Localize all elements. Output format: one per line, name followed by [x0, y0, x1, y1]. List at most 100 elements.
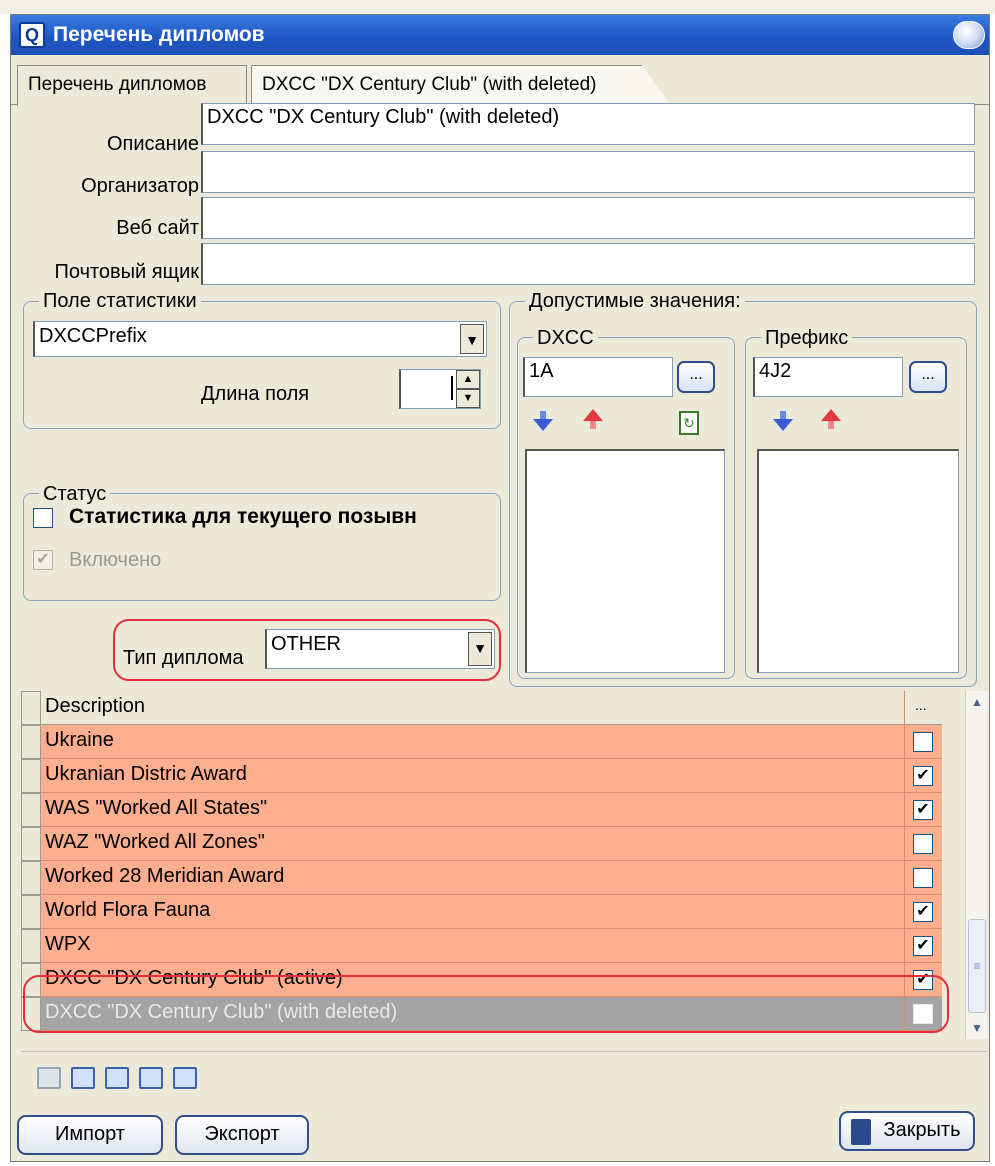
save-record-icon[interactable] — [139, 1067, 163, 1089]
move-down-icon-stem — [780, 411, 786, 419]
row-checkbox[interactable] — [913, 732, 933, 752]
chevron-down-icon[interactable]: ▼ — [468, 632, 492, 666]
table-row[interactable]: World Flora Fauna ✔ — [21, 895, 962, 929]
row-indicator — [21, 793, 41, 827]
website-input[interactable] — [201, 197, 975, 239]
edit-record-icon[interactable] — [105, 1067, 129, 1089]
organizer-input[interactable] — [201, 151, 975, 193]
row-checkbox[interactable]: ✔ — [913, 766, 933, 786]
stat-field-legend: Поле статистики — [39, 290, 201, 313]
close-button[interactable]: Закрыть — [839, 1111, 975, 1151]
grid-scrollbar[interactable]: ▲ ≡ ▼ — [965, 691, 988, 1039]
row-checkbox[interactable] — [913, 834, 933, 854]
current-call-checkbox[interactable] — [33, 508, 53, 528]
table-row[interactable]: WPX ✔ — [21, 929, 962, 963]
description-label: Описание — [106, 133, 199, 155]
website-label: Веб сайт — [116, 217, 199, 239]
table-row[interactable]: Worked 28 Meridian Award — [21, 861, 962, 895]
row-checkbox[interactable]: ✔ — [913, 800, 933, 820]
row-description[interactable]: Ukraine — [41, 725, 905, 759]
row-indicator — [21, 725, 41, 759]
spin-up-icon[interactable]: ▲ — [456, 370, 480, 389]
table-row[interactable]: Ukraine — [21, 725, 962, 759]
dxcc-input[interactable]: 1A — [523, 357, 673, 397]
spin-down-icon[interactable]: ▼ — [456, 389, 480, 408]
column-header-check[interactable]: ... — [905, 691, 942, 725]
field-length-spinner[interactable]: ▲ ▼ — [399, 369, 481, 409]
stat-field-value: DXCCPrefix — [39, 325, 147, 347]
row-description[interactable]: Worked 28 Meridian Award — [41, 861, 905, 895]
rollup-button[interactable] — [953, 21, 985, 49]
description-input[interactable]: DXCC "DX Century Club" (with deleted) — [201, 103, 975, 145]
scroll-thumb[interactable]: ≡ — [968, 919, 986, 1013]
row-indicator — [21, 691, 41, 725]
tab-award-list[interactable]: Перечень дипломов — [17, 65, 247, 106]
grid-header: Description ... — [21, 691, 962, 725]
row-checkbox[interactable] — [913, 868, 933, 888]
award-type-value: OTHER — [271, 633, 341, 655]
row-description[interactable]: Ukranian Distric Award — [41, 759, 905, 793]
move-down-icon[interactable] — [533, 419, 553, 431]
dxcc-list[interactable] — [525, 449, 725, 673]
move-down-icon[interactable] — [773, 419, 793, 431]
row-description[interactable]: WAS "Worked All States" — [41, 793, 905, 827]
refresh-icon[interactable]: ↻ — [679, 411, 699, 435]
dxcc-browse-button[interactable]: ... — [677, 361, 715, 393]
column-header-description[interactable]: Description — [41, 691, 905, 725]
import-button[interactable]: Импорт — [17, 1115, 163, 1155]
grid-view-icon[interactable] — [37, 1067, 61, 1089]
scroll-up-icon[interactable]: ▲ — [966, 691, 988, 713]
row-check-cell — [905, 725, 942, 759]
row-check-cell — [905, 827, 942, 861]
mailbox-label: Почтовый ящик — [54, 261, 199, 283]
background-strip — [0, 0, 995, 14]
column-header-check-label: ... — [915, 697, 927, 713]
title-bar[interactable]: Q Перечень дипломов — [11, 15, 989, 55]
move-up-icon-stem — [590, 421, 596, 429]
tab-strip: Перечень дипломов DXCC "DX Century Club"… — [11, 55, 989, 106]
prefix-legend: Префикс — [761, 327, 853, 350]
prefix-browse-button[interactable]: ... — [909, 361, 947, 393]
row-check-cell: ✔ — [905, 793, 942, 827]
stat-field-select[interactable]: DXCCPrefix ▼ — [33, 321, 487, 357]
status-legend: Статус — [39, 483, 111, 506]
app-icon: Q — [19, 22, 45, 48]
row-checkbox[interactable]: ✔ — [913, 936, 933, 956]
row-description[interactable]: WPX — [41, 929, 905, 963]
row-check-cell: ✔ — [905, 759, 942, 793]
row-checkbox[interactable]: ✔ — [913, 902, 933, 922]
table-row[interactable]: WAZ "Worked All Zones" — [21, 827, 962, 861]
award-type-select[interactable]: OTHER ▼ — [265, 629, 495, 669]
allowed-values-legend: Допустимые значения: — [525, 290, 745, 313]
move-up-icon[interactable] — [821, 409, 841, 421]
add-record-icon[interactable] — [71, 1067, 95, 1089]
door-icon — [851, 1119, 871, 1145]
row-description[interactable]: World Flora Fauna — [41, 895, 905, 929]
scroll-down-icon[interactable]: ▼ — [966, 1017, 988, 1039]
row-description[interactable]: WAZ "Worked All Zones" — [41, 827, 905, 861]
selected-row-highlight — [23, 975, 949, 1033]
move-up-icon[interactable] — [583, 409, 603, 421]
table-row[interactable]: Ukranian Distric Award ✔ — [21, 759, 962, 793]
chevron-down-icon[interactable]: ▼ — [460, 324, 484, 354]
current-call-label: Статистика для текущего позывн — [69, 505, 417, 528]
prefix-list[interactable] — [757, 449, 959, 673]
export-button[interactable]: Экспорт — [175, 1115, 309, 1155]
close-button-label: Закрыть — [883, 1119, 961, 1141]
organizer-label: Организатор — [81, 175, 199, 197]
row-check-cell: ✔ — [905, 895, 942, 929]
award-type-label: Тип диплома — [123, 647, 244, 669]
open-link-icon[interactable] — [173, 1067, 197, 1089]
tab-award-detail[interactable]: DXCC "DX Century Club" (with deleted) — [251, 65, 671, 105]
text-cursor — [451, 376, 453, 400]
window-title: Перечень дипломов — [53, 23, 265, 46]
dxcc-legend: DXCC — [533, 327, 598, 350]
enabled-checkbox[interactable]: ✔ — [33, 550, 53, 570]
table-row[interactable]: WAS "Worked All States" ✔ — [21, 793, 962, 827]
mailbox-input[interactable] — [201, 243, 975, 285]
prefix-input[interactable]: 4J2 — [753, 357, 903, 397]
row-indicator — [21, 895, 41, 929]
row-indicator — [21, 929, 41, 963]
row-indicator — [21, 861, 41, 895]
move-down-icon-stem — [540, 411, 546, 419]
